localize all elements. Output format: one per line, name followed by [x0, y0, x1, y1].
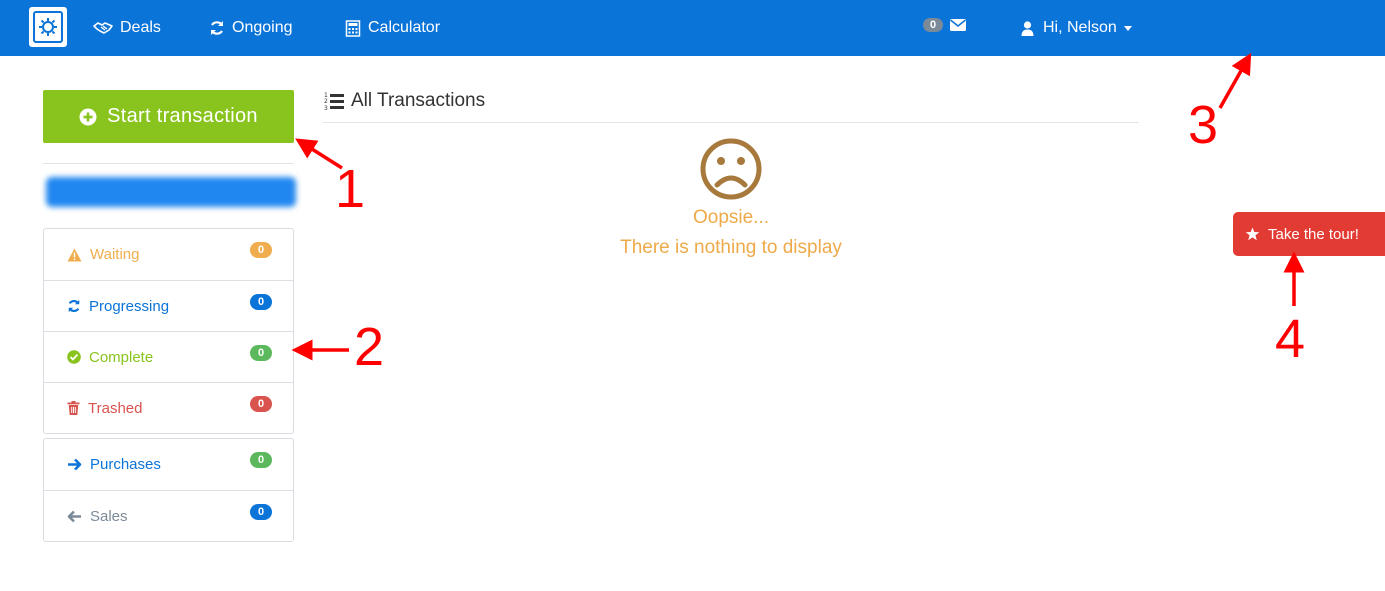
- empty-state-message: There is nothing to display: [620, 237, 842, 258]
- user-icon: [1021, 20, 1034, 36]
- filter-progressing[interactable]: Progressing 0: [44, 280, 293, 331]
- start-transaction-button[interactable]: Start transaction: [43, 90, 294, 143]
- filter-sales[interactable]: Sales 0: [44, 490, 293, 541]
- messages-button[interactable]: 0: [923, 18, 967, 32]
- check-circle-icon: [67, 350, 81, 364]
- warning-icon: [67, 248, 82, 261]
- trashed-count-badge: 0: [250, 396, 272, 412]
- status-filter-list: Waiting 0 Progressing 0 Complete 0 Trash…: [43, 228, 294, 434]
- complete-count-badge: 0: [250, 345, 272, 361]
- top-navbar: Deals Ongoing Calculator 0 Hi, Nelson: [0, 0, 1385, 56]
- arrow-right-icon: [68, 458, 82, 471]
- arrow-left-icon: [67, 510, 81, 522]
- annotation-label-3: 3: [1188, 95, 1219, 155]
- blurred-element: [46, 177, 296, 207]
- filter-purchases[interactable]: Purchases 0: [44, 439, 293, 490]
- refresh-icon: [211, 21, 223, 35]
- nav-ongoing[interactable]: Ongoing: [209, 17, 293, 39]
- filter-complete[interactable]: Complete 0: [44, 331, 293, 382]
- filter-purchases-label: Purchases: [90, 456, 161, 473]
- caret-down-icon: [1123, 25, 1132, 31]
- filter-waiting-label: Waiting: [90, 246, 140, 263]
- purchases-count-badge: 0: [250, 452, 272, 468]
- filter-complete-label: Complete: [89, 348, 154, 366]
- sidebar-divider: [43, 163, 294, 164]
- annotation-label-2: 2: [354, 317, 385, 377]
- handshake-icon: [93, 22, 113, 34]
- start-transaction-label: Start transaction: [107, 105, 258, 127]
- nav-calculator[interactable]: Calculator: [345, 17, 440, 39]
- refresh-icon: [68, 299, 80, 313]
- svg-text:3: 3: [324, 105, 328, 111]
- waiting-count-badge: 0: [250, 242, 272, 258]
- annotation-arrow-3: [1218, 52, 1252, 109]
- star-icon: [1245, 227, 1260, 241]
- filter-progressing-label: Progressing: [89, 297, 170, 315]
- filter-trashed-label: Trashed: [88, 399, 143, 417]
- nav-deals[interactable]: Deals: [93, 17, 161, 39]
- title-divider: [323, 122, 1139, 123]
- safe-icon: [33, 11, 63, 43]
- progressing-count-badge: 0: [250, 294, 272, 310]
- filter-trashed[interactable]: Trashed 0: [44, 382, 293, 433]
- brand-logo[interactable]: [29, 7, 67, 47]
- filter-waiting[interactable]: Waiting 0: [44, 229, 293, 280]
- page-title: 123 All Transactions: [323, 89, 485, 113]
- user-menu[interactable]: Hi, Nelson: [1021, 17, 1132, 39]
- empty-state-heading: Oopsie...: [692, 207, 770, 228]
- trash-icon: [67, 401, 80, 415]
- filter-sales-label: Sales: [90, 507, 128, 525]
- envelope-icon: [950, 19, 967, 31]
- messages-count-badge: 0: [923, 18, 944, 32]
- page-title-text: All Transactions: [351, 90, 486, 111]
- plus-circle-icon: [79, 108, 97, 125]
- direction-filter-list: Purchases 0 Sales 0: [43, 438, 294, 542]
- take-tour-label: Take the tour!: [1268, 225, 1359, 243]
- ordered-list-icon: 123: [324, 92, 344, 111]
- take-tour-button[interactable]: Take the tour!: [1233, 212, 1385, 256]
- annotation-label-4: 4: [1275, 309, 1306, 369]
- nav-deals-label: Deals: [120, 19, 161, 36]
- calculator-icon: [345, 19, 361, 37]
- annotation-label-1: 1: [335, 159, 366, 219]
- sad-face-icon: [700, 138, 762, 200]
- nav-ongoing-label: Ongoing: [232, 19, 293, 36]
- sales-count-badge: 0: [250, 504, 272, 520]
- nav-calculator-label: Calculator: [368, 19, 441, 36]
- svg-text:2: 2: [324, 98, 328, 105]
- user-greeting: Hi, Nelson: [1043, 19, 1117, 36]
